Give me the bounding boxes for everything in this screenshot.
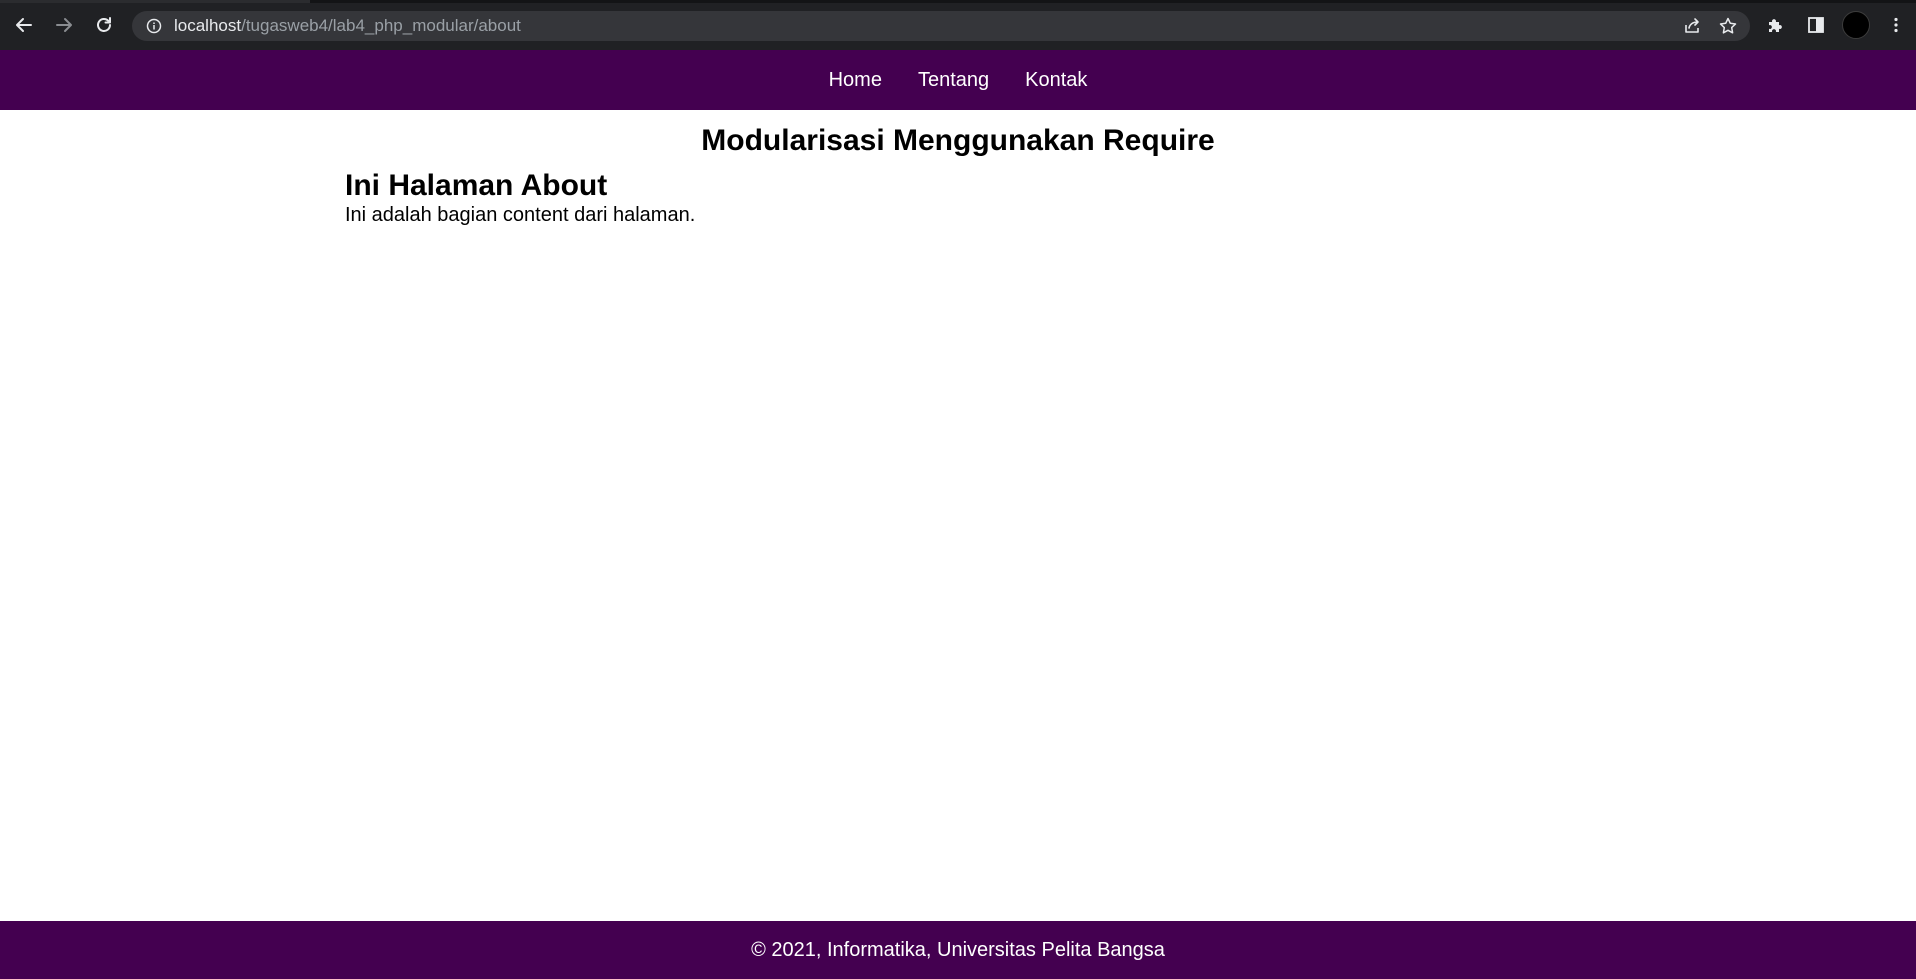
side-panel-button[interactable] bbox=[1796, 5, 1836, 45]
info-icon[interactable] bbox=[140, 12, 168, 40]
back-button[interactable] bbox=[4, 5, 44, 45]
site-footer: © 2021, Informatika, Universitas Pelita … bbox=[0, 921, 1916, 979]
url-path: /tugasweb4/lab4_php_modular/about bbox=[241, 16, 521, 35]
url-host: localhost bbox=[174, 16, 242, 35]
share-icon[interactable] bbox=[1682, 16, 1702, 36]
puzzle-icon bbox=[1769, 19, 1782, 32]
site-title: Modularisasi Menggunakan Require bbox=[701, 124, 1215, 157]
arrow-left-icon bbox=[16, 18, 32, 32]
forward-button[interactable] bbox=[44, 5, 84, 45]
tab-strip-shadow bbox=[310, 0, 1916, 3]
toolbar-actions bbox=[1756, 5, 1916, 45]
browser-toolbar: localhost/tugasweb4/lab4_php_modular/abo… bbox=[0, 0, 1916, 50]
side-panel-icon bbox=[1808, 17, 1824, 33]
address-bar-actions bbox=[1682, 11, 1738, 41]
footer-text: © 2021, Informatika, Universitas Pelita … bbox=[751, 938, 1165, 961]
site-nav: Home Tentang Kontak bbox=[0, 50, 1916, 110]
profile-button[interactable] bbox=[1836, 5, 1876, 45]
menu-button[interactable] bbox=[1876, 5, 1916, 45]
reload-icon bbox=[97, 17, 111, 32]
page-heading: Ini Halaman About bbox=[345, 169, 608, 202]
address-bar[interactable]: localhost/tugasweb4/lab4_php_modular/abo… bbox=[132, 11, 1750, 41]
nav-link-home[interactable]: Home bbox=[829, 69, 882, 92]
reload-button[interactable] bbox=[84, 5, 124, 45]
main-content: Ini Halaman About Ini adalah bagian cont… bbox=[345, 169, 1916, 227]
star-icon[interactable] bbox=[1718, 16, 1738, 36]
kebab-menu-icon bbox=[1894, 17, 1898, 33]
extensions-button[interactable] bbox=[1756, 5, 1796, 45]
nav-link-tentang[interactable]: Tentang bbox=[918, 69, 989, 92]
nav-link-kontak[interactable]: Kontak bbox=[1025, 69, 1087, 92]
arrow-right-icon bbox=[56, 18, 72, 32]
avatar bbox=[1842, 11, 1870, 39]
page-body-text: Ini adalah bagian content dari halaman. bbox=[345, 204, 696, 226]
url-text[interactable]: localhost/tugasweb4/lab4_php_modular/abo… bbox=[174, 16, 521, 36]
